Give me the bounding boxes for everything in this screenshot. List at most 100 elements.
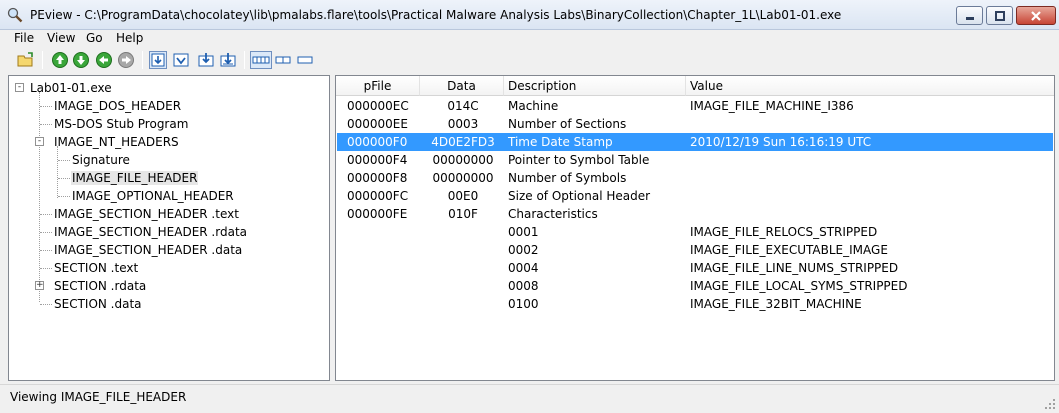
arrow-up-icon[interactable] xyxy=(51,51,69,69)
status-bar: Viewing IMAGE_FILE_HEADER xyxy=(0,384,1059,413)
view-mode-1-icon[interactable] xyxy=(149,51,167,69)
cell-pfile: 000000F0 xyxy=(347,135,408,149)
table-row[interactable]: 000000EC 014C Machine IMAGE_FILE_MACHINE_I3… xyxy=(337,97,1053,115)
maximize-icon xyxy=(994,10,1005,21)
cell-value: IMAGE_FILE_EXECUTABLE_IMAGE xyxy=(690,243,888,257)
table-row[interactable]: 0002 IMAGE_FILE_EXECUTABLE_IMAGE xyxy=(337,241,1053,259)
table-row[interactable]: 000000F0 4D0E2FD3 Time Date Stamp 2010/12/1… xyxy=(337,133,1053,151)
collapse-icon[interactable]: - xyxy=(35,137,44,146)
tree-guide xyxy=(40,124,52,125)
view-word-icon[interactable] xyxy=(274,51,292,69)
tree-item-section-rdata[interactable]: + SECTION .rdata xyxy=(33,277,147,295)
tree-guide xyxy=(57,146,58,198)
column-header-pfile[interactable]: pFile xyxy=(336,76,420,96)
tree-guide xyxy=(40,268,52,269)
minimize-button[interactable] xyxy=(956,6,983,25)
tree-item-section-text[interactable]: SECTION .text xyxy=(53,259,139,277)
tree-guide xyxy=(40,106,52,107)
tree-item-label: SECTION .rdata xyxy=(54,279,147,293)
cell-data: 014C xyxy=(447,99,479,113)
table-row[interactable]: 0001 IMAGE_FILE_RELOCS_STRIPPED xyxy=(337,223,1053,241)
tree-item-label: IMAGE_FILE_HEADER xyxy=(71,171,199,185)
tree-pane[interactable]: - Lab01-01.exe IMAGE_DOS_HEADER MS-DOS S… xyxy=(8,75,330,381)
tree-item-section-header-rdata[interactable]: IMAGE_SECTION_HEADER .rdata xyxy=(53,223,248,241)
arrow-down-icon[interactable] xyxy=(72,51,90,69)
tree-item-label: Lab01-01.exe xyxy=(30,81,112,95)
table-row[interactable]: 0100 IMAGE_FILE_32BIT_MACHINE xyxy=(337,295,1053,313)
cell-pfile: 000000FE xyxy=(347,207,408,221)
menu-view[interactable]: View xyxy=(47,31,75,45)
tree-item-section-header-text[interactable]: IMAGE_SECTION_HEADER .text xyxy=(53,205,240,223)
tree-item-section-header-data[interactable]: IMAGE_SECTION_HEADER .data xyxy=(53,241,243,259)
menu-file[interactable]: File xyxy=(14,31,34,45)
toolbar xyxy=(0,47,1059,73)
table-row[interactable]: 000000EE 0003 Number of Sections xyxy=(337,115,1053,133)
view-dword-icon[interactable] xyxy=(296,51,314,69)
close-icon xyxy=(1031,10,1041,21)
view-mode-2-icon[interactable] xyxy=(172,51,190,69)
view-mode-3-icon[interactable] xyxy=(197,51,215,69)
resize-grip-icon[interactable] xyxy=(1044,398,1056,410)
collapse-icon[interactable]: - xyxy=(15,83,24,92)
cell-value: IMAGE_FILE_LOCAL_SYMS_STRIPPED xyxy=(690,279,908,293)
tree-item-label: SECTION .text xyxy=(54,261,139,275)
open-folder-icon[interactable] xyxy=(17,51,35,69)
toolbar-separator xyxy=(244,51,245,69)
tree-guide xyxy=(58,196,70,197)
tree-guide xyxy=(40,214,52,215)
tree-item-dos-header[interactable]: IMAGE_DOS_HEADER xyxy=(53,97,182,115)
cell-description: Characteristics xyxy=(508,207,598,221)
toolbar-separator xyxy=(142,51,143,69)
table-row[interactable]: 000000F4 00000000 Pointer to Symbol Table xyxy=(337,151,1053,169)
cell-pfile: 000000F8 xyxy=(347,171,408,185)
cell-pfile: 000000EC xyxy=(347,99,409,113)
cell-description: Machine xyxy=(508,99,559,113)
title-bar: PEview - C:\ProgramData\chocolatey\lib\p… xyxy=(0,0,1059,30)
status-text: Viewing IMAGE_FILE_HEADER xyxy=(10,390,187,404)
column-header-value[interactable]: Value xyxy=(686,76,1054,96)
tree-item-label: Signature xyxy=(72,153,130,167)
column-header-data[interactable]: Data xyxy=(420,76,504,96)
menu-help[interactable]: Help xyxy=(116,31,143,45)
tree-guide xyxy=(40,250,52,251)
expand-icon[interactable]: + xyxy=(35,281,44,290)
menu-go[interactable]: Go xyxy=(86,31,103,45)
cell-description: 0100 xyxy=(508,297,539,311)
tree-item-signature[interactable]: Signature xyxy=(71,151,131,169)
cell-data: 0003 xyxy=(447,117,479,131)
tree-guide xyxy=(40,232,52,233)
view-mode-4-icon[interactable] xyxy=(219,51,237,69)
toolbar-separator xyxy=(42,51,43,69)
column-header-description[interactable]: Description xyxy=(504,76,686,96)
cell-value: IMAGE_FILE_RELOCS_STRIPPED xyxy=(690,225,878,239)
table-row[interactable]: 000000FE 010F Characteristics xyxy=(337,205,1053,223)
tree-item-label: SECTION .data xyxy=(54,297,142,311)
tree-item-section-data[interactable]: SECTION .data xyxy=(53,295,143,313)
tree-guide xyxy=(40,304,52,305)
cell-pfile: 000000FC xyxy=(347,189,409,203)
tree-item-label: IMAGE_OPTIONAL_HEADER xyxy=(72,189,234,203)
table-row[interactable]: 000000F8 00000000 Number of Symbols xyxy=(337,169,1053,187)
tree-item-optional-header[interactable]: IMAGE_OPTIONAL_HEADER xyxy=(71,187,235,205)
tree-guide xyxy=(58,160,70,161)
tree-item-file-header[interactable]: IMAGE_FILE_HEADER xyxy=(71,169,199,187)
cell-description: 0001 xyxy=(508,225,539,239)
close-button[interactable] xyxy=(1016,6,1056,25)
arrow-back-icon[interactable] xyxy=(95,51,113,69)
table-row[interactable]: 0004 IMAGE_FILE_LINE_NUMS_STRIPPED xyxy=(337,259,1053,277)
table-row[interactable]: 000000FC 00E0 Size of Optional Header xyxy=(337,187,1053,205)
cell-data: 00000000 xyxy=(432,171,494,185)
cell-description: 0004 xyxy=(508,261,539,275)
arrow-forward-icon[interactable] xyxy=(117,51,135,69)
cell-description: Number of Symbols xyxy=(508,171,627,185)
tree-item-label: IMAGE_SECTION_HEADER .data xyxy=(54,243,243,257)
details-pane[interactable]: pFile Data Description Value 000000EC 014… xyxy=(335,75,1055,381)
tree-item-root[interactable]: - Lab01-01.exe xyxy=(13,79,113,97)
table-row[interactable]: 0008 IMAGE_FILE_LOCAL_SYMS_STRIPPED xyxy=(337,277,1053,295)
cell-value: IMAGE_FILE_32BIT_MACHINE xyxy=(690,297,862,311)
view-bytes-icon[interactable] xyxy=(250,51,272,69)
maximize-button[interactable] xyxy=(986,6,1013,25)
tree-item-nt-headers[interactable]: - IMAGE_NT_HEADERS xyxy=(33,133,180,151)
tree-guide xyxy=(58,178,70,179)
tree-item-dos-stub[interactable]: MS-DOS Stub Program xyxy=(53,115,189,133)
